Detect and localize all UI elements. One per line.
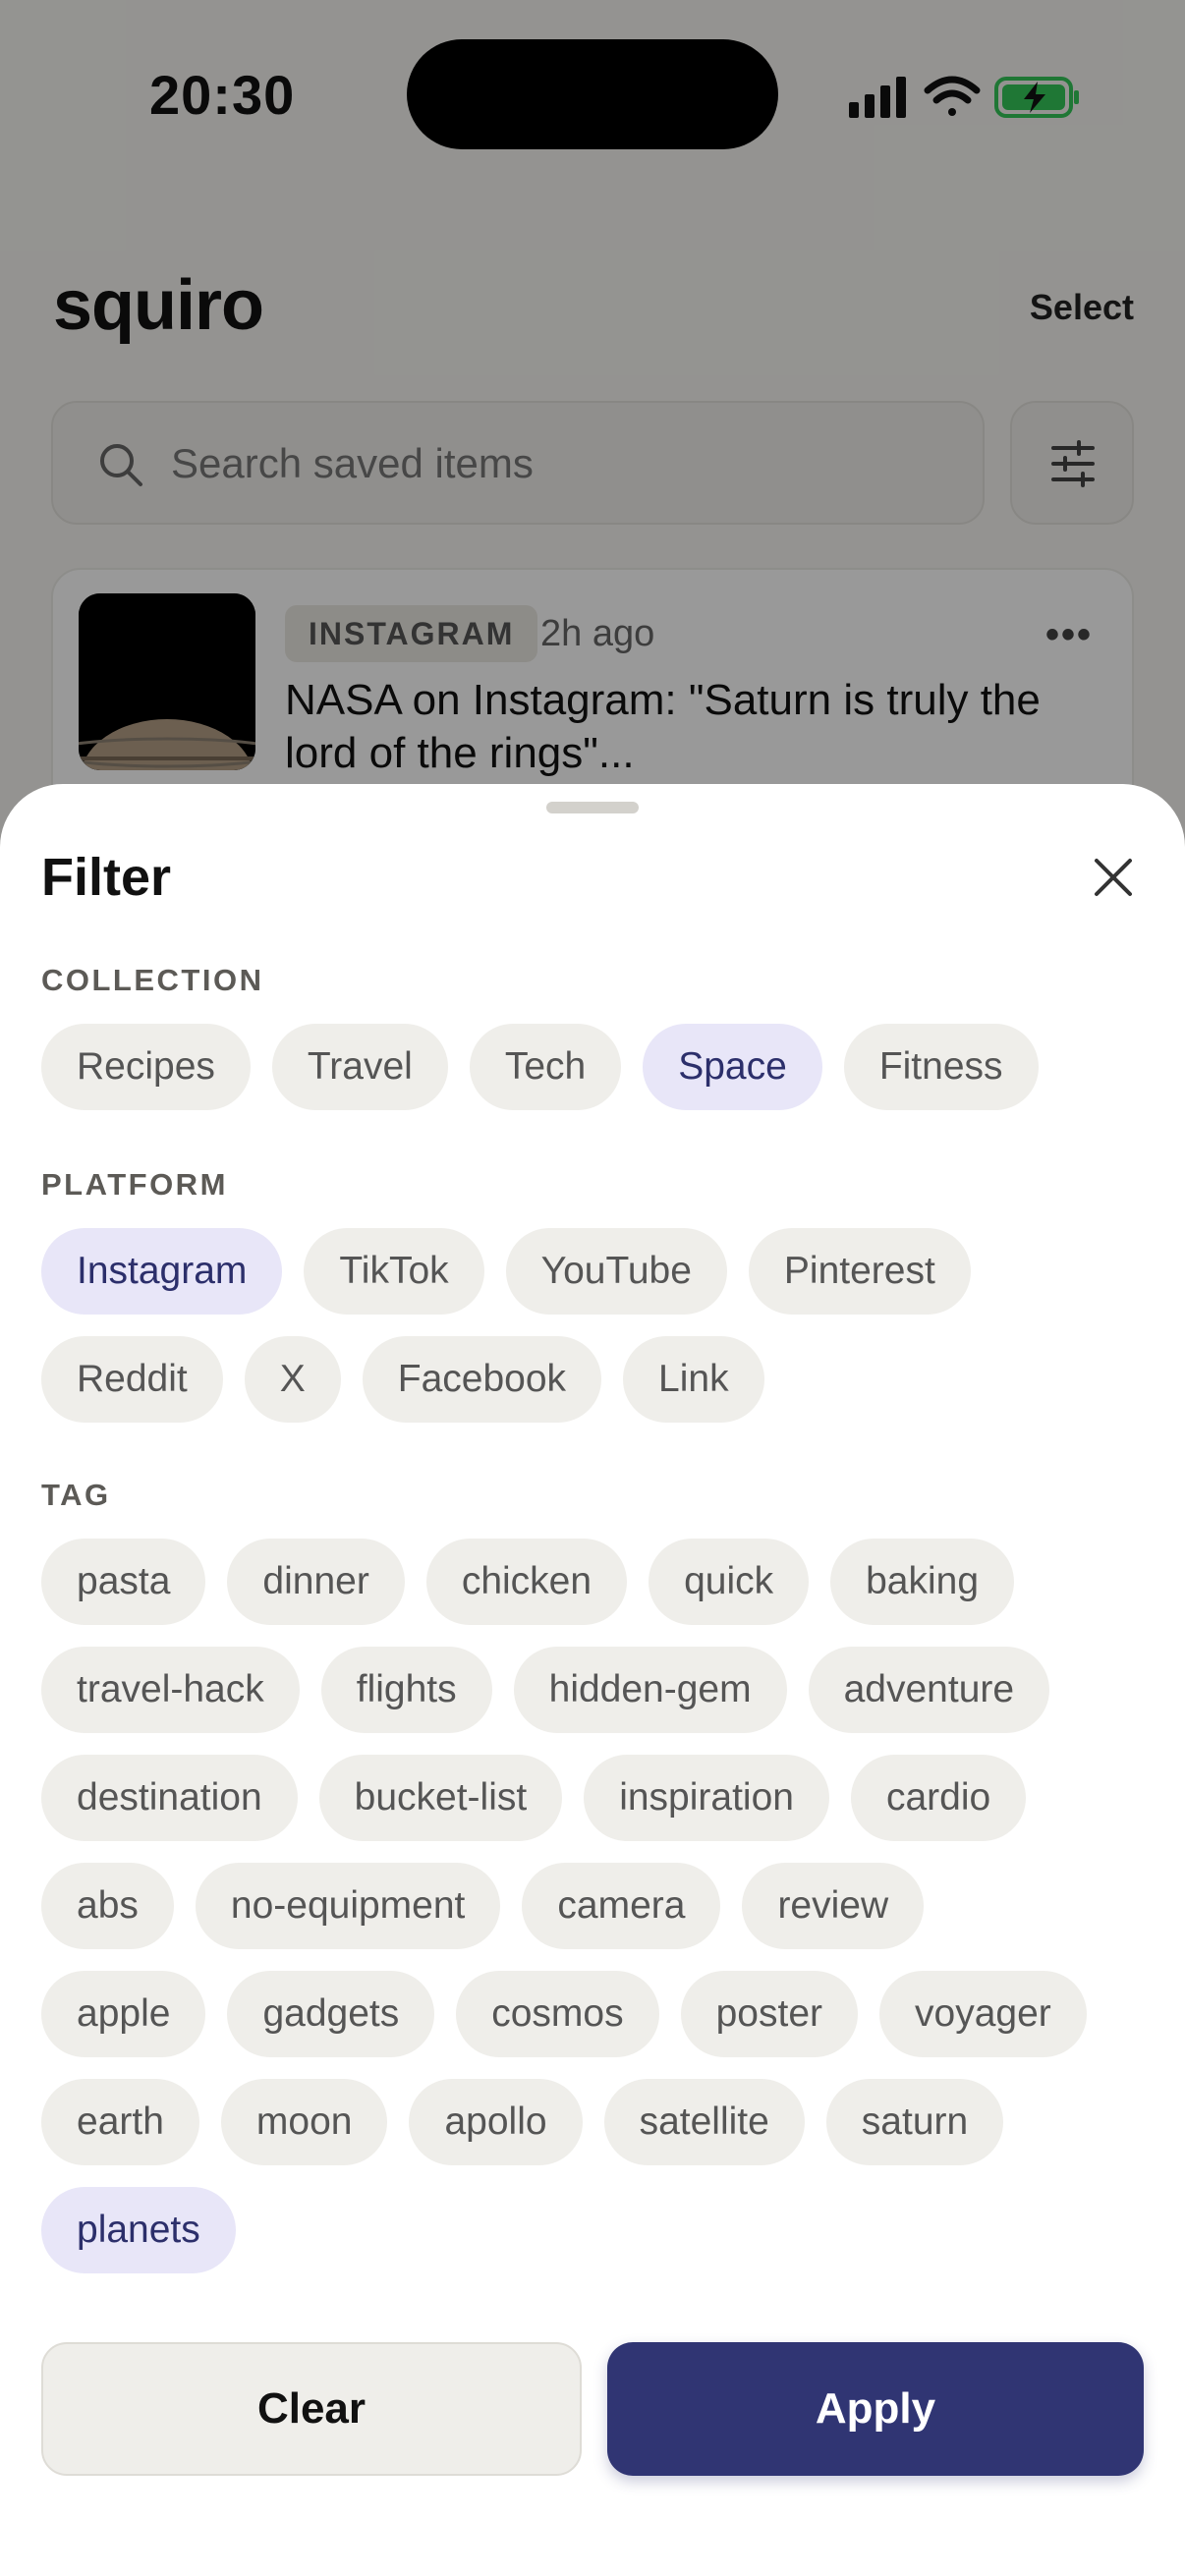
tag-chip[interactable]: hidden-gem — [513, 1647, 787, 1733]
tag-chip[interactable]: voyager — [879, 1971, 1087, 2057]
tag-chips-row-3: destination bucket-list inspiration card… — [41, 1755, 1027, 1841]
platform-chips-row-1: Instagram TikTok YouTube Pinterest — [41, 1228, 971, 1315]
platform-chip[interactable]: TikTok — [304, 1228, 484, 1315]
apply-button[interactable]: Apply — [607, 2342, 1144, 2476]
collection-chip[interactable]: Travel — [271, 1024, 448, 1110]
tag-chip[interactable]: flights — [320, 1647, 492, 1733]
tag-chip[interactable]: cosmos — [456, 1971, 659, 2057]
tag-chips-row-7: planets — [41, 2187, 236, 2273]
tag-chip[interactable]: apollo — [409, 2079, 583, 2165]
platform-section-label: PLATFORM — [41, 1167, 228, 1202]
sheet-title: Filter — [41, 848, 172, 907]
tag-chip[interactable]: bucket-list — [318, 1755, 563, 1841]
tag-chip[interactable]: destination — [41, 1755, 298, 1841]
platform-chip[interactable]: Pinterest — [748, 1228, 971, 1315]
collection-chip[interactable]: Tech — [469, 1024, 622, 1110]
tag-chip[interactable]: chicken — [425, 1539, 628, 1625]
tag-chip[interactable]: earth — [41, 2079, 199, 2165]
close-icon[interactable] — [1089, 853, 1138, 902]
tag-chip[interactable]: apple — [41, 1971, 206, 2057]
sheet-grabber[interactable] — [546, 802, 639, 813]
tag-chip[interactable]: quick — [649, 1539, 810, 1625]
tag-chip[interactable]: travel-hack — [41, 1647, 300, 1733]
tag-chip[interactable]: dinner — [227, 1539, 405, 1625]
tag-chip[interactable]: inspiration — [584, 1755, 829, 1841]
tag-chip[interactable]: gadgets — [227, 1971, 435, 2057]
tag-chip[interactable]: saturn — [825, 2079, 1004, 2165]
collection-chip[interactable]: Space — [643, 1024, 822, 1110]
tag-chips-row-4: abs no-equipment camera review — [41, 1863, 925, 1949]
tag-chip[interactable]: planets — [41, 2187, 236, 2273]
clear-button[interactable]: Clear — [41, 2342, 582, 2476]
tag-chip[interactable]: satellite — [603, 2079, 805, 2165]
tag-section-label: TAG — [41, 1478, 111, 1512]
tag-chip[interactable]: cardio — [850, 1755, 1027, 1841]
tag-chip[interactable]: poster — [680, 1971, 859, 2057]
tag-chips-row-1: pasta dinner chicken quick baking — [41, 1539, 1015, 1625]
tag-chips-row-5: apple gadgets cosmos poster voyager — [41, 1971, 1087, 2057]
platform-chip[interactable]: Link — [623, 1336, 764, 1423]
tag-chips-row-2: travel-hack flights hidden-gem adventure — [41, 1647, 1050, 1733]
collection-chip[interactable]: Recipes — [41, 1024, 251, 1110]
platform-chip[interactable]: Reddit — [41, 1336, 223, 1423]
platform-chip[interactable]: X — [244, 1336, 341, 1423]
collection-chips: Recipes Travel Tech Space Fitness — [41, 1024, 1039, 1110]
collection-chip[interactable]: Fitness — [843, 1024, 1039, 1110]
filter-sheet: Filter COLLECTION Recipes Travel Tech Sp… — [0, 784, 1185, 2576]
platform-chip[interactable]: Instagram — [41, 1228, 283, 1315]
tag-chips-row-6: earth moon apollo satellite saturn — [41, 2079, 1004, 2165]
tag-chip[interactable]: moon — [220, 2079, 388, 2165]
collection-section-label: COLLECTION — [41, 963, 264, 997]
platform-chips-row-2: Reddit X Facebook Link — [41, 1336, 764, 1423]
tag-chip[interactable]: pasta — [41, 1539, 206, 1625]
tag-chip[interactable]: adventure — [808, 1647, 1050, 1733]
tag-chip[interactable]: camera — [522, 1863, 721, 1949]
tag-chip[interactable]: no-equipment — [195, 1863, 501, 1949]
platform-chip[interactable]: Facebook — [362, 1336, 602, 1423]
tag-chip[interactable]: abs — [41, 1863, 174, 1949]
platform-chip[interactable]: YouTube — [505, 1228, 727, 1315]
tag-chip[interactable]: baking — [830, 1539, 1015, 1625]
tag-chip[interactable]: review — [742, 1863, 925, 1949]
